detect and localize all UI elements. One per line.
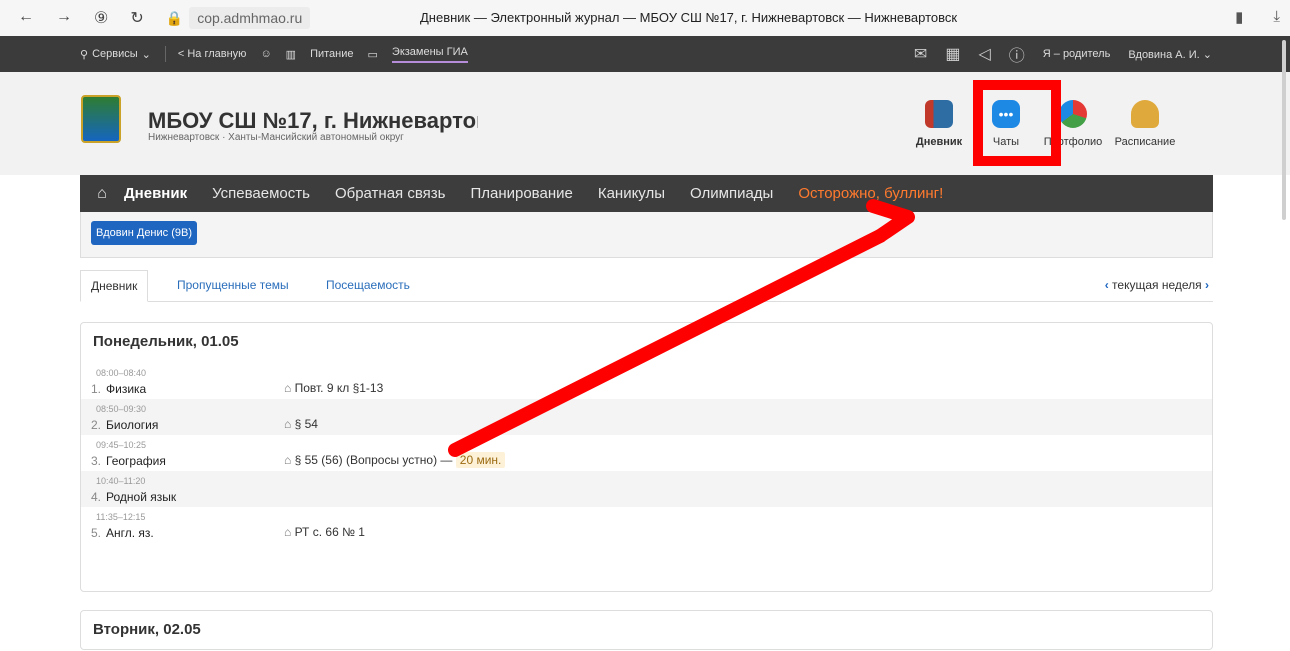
home-icon: ⌂ <box>284 525 295 539</box>
chats-highlight-box <box>973 80 1061 166</box>
lesson-number: 4. <box>91 490 102 504</box>
module-label: Расписание <box>1114 136 1176 148</box>
school-name: МБОУ СШ №17, г. Нижневартовск <box>148 108 478 133</box>
menu-planning[interactable]: Планирование <box>470 185 572 202</box>
lesson-number: 2. <box>91 418 102 432</box>
lesson-subject: Биология <box>106 418 159 432</box>
lesson-subject: Родной язык <box>106 490 177 504</box>
lesson-time: 08:00–08:40 <box>96 368 147 378</box>
lesson-homework: ⌂ Повт. 9 кл §1-13 <box>284 381 383 395</box>
diary-tabs: Дневник Пропущенные темы Посещаемость ‹ … <box>80 270 1213 302</box>
menu-feedback[interactable]: Обратная связь <box>335 185 446 202</box>
homework-text: Повт. 9 кл §1-13 <box>294 381 384 395</box>
address-bar[interactable]: 🔒 cop.admhmao.ru <box>166 7 311 29</box>
lesson-row[interactable]: 10:40–11:20 4. Родной язык <box>81 471 1212 507</box>
calendar-icon[interactable]: ▦ <box>945 44 960 64</box>
student-button[interactable]: Вдовин Денис (9В) <box>91 221 197 245</box>
prev-week-icon[interactable]: ‹ <box>1105 278 1109 292</box>
duration-badge: 20 мин. <box>455 452 506 468</box>
day-title: Понедельник, 01.05 <box>93 333 239 350</box>
home-icon: ⌂ <box>284 453 295 467</box>
lesson-number: 5. <box>91 526 102 540</box>
menu-diary[interactable]: Дневник <box>124 185 187 202</box>
module-diary[interactable]: Дневник <box>908 100 970 148</box>
homework-text: РТ с. 66 № 1 <box>294 525 365 539</box>
back-icon[interactable]: ← <box>18 8 34 28</box>
reload-icon[interactable]: ↻ <box>130 8 143 28</box>
lesson-row[interactable]: 08:00–08:40 1. Физика ⌂ Повт. 9 кл §1-13 <box>81 363 1212 399</box>
lesson-homework: ⌂ § 55 (56) (Вопросы устно) — 20 мин. <box>284 452 506 468</box>
next-week-icon[interactable]: › <box>1205 278 1209 292</box>
top-nav: ⚲ Сервисы ⌄ < На главную ☺ ▥ Питание ▭ Эк… <box>0 36 1290 72</box>
library-icon[interactable]: ▥ <box>286 48 296 61</box>
menu-bullying[interactable]: Осторожно, буллинг! <box>798 185 943 202</box>
school-header: МБОУ СШ №17, г. Нижневартовск Нижневарто… <box>0 72 1290 175</box>
module-schedule[interactable]: Расписание <box>1109 100 1181 148</box>
lesson-subject: Англ. яз. <box>106 526 154 540</box>
week-switcher: ‹ текущая неделя › <box>1105 278 1209 292</box>
school-location: Нижневартовск · Ханты-Мансийский автоном… <box>148 132 404 143</box>
home-icon: ⌂ <box>284 381 295 395</box>
homework-text: § 55 (56) (Вопросы устно) — <box>294 453 453 467</box>
diary-icon <box>925 100 953 128</box>
tab-missed-topics[interactable]: Пропущенные темы <box>177 278 289 292</box>
help-icon[interactable]: ⓘ <box>1009 42 1025 66</box>
menu-olympiads[interactable]: Олимпиады <box>690 185 773 202</box>
menu-holidays[interactable]: Каникулы <box>598 185 665 202</box>
forward-icon[interactable]: → <box>56 8 72 28</box>
lesson-time: 08:50–09:30 <box>96 404 147 414</box>
people-icon[interactable]: ☺ <box>260 48 271 60</box>
home-icon: ⌂ <box>284 417 295 431</box>
student-bar: Вдовин Денис (9В) <box>80 212 1213 258</box>
tab-diary[interactable]: Дневник <box>80 270 149 302</box>
browser-toolbar: ← → ⑨ ↻ 🔒 cop.admhmao.ru Дневник — Элект… <box>0 0 1290 36</box>
lesson-time: 09:45–10:25 <box>96 440 147 450</box>
home-icon[interactable]: ⌂ <box>80 185 124 203</box>
page-title: Дневник — Электронный журнал — МБОУ СШ №… <box>420 10 958 25</box>
school-emblem-icon <box>81 95 121 143</box>
lesson-subject: Физика <box>106 382 147 396</box>
day-card-monday: Понедельник, 01.05 08:00–08:40 1. Физика… <box>80 322 1213 592</box>
lesson-row[interactable]: 08:50–09:30 2. Биология ⌂ § 54 <box>81 399 1212 435</box>
bookmark-icon[interactable]: ▮ <box>1235 8 1243 26</box>
bell-icon <box>1131 100 1159 128</box>
user-name: Вдовина А. И. <box>1128 48 1200 61</box>
lesson-number: 1. <box>91 382 102 396</box>
link-icon: ⚲ <box>80 48 89 61</box>
user-menu[interactable]: Вдовина А. И. ⌄ <box>1128 48 1212 61</box>
browser-nav: ← → ⑨ ↻ <box>18 8 144 28</box>
lesson-subject: География <box>106 454 166 468</box>
menu-performance[interactable]: Успеваемость <box>212 185 310 202</box>
scrollbar[interactable] <box>1282 40 1286 220</box>
exams-link[interactable]: Экзамены ГИА <box>391 46 468 63</box>
lesson-row[interactable]: 09:45–10:25 3. География ⌂ § 55 (56) (Во… <box>81 435 1212 471</box>
mail-icon[interactable]: ✉ <box>914 44 927 64</box>
module-label: Дневник <box>915 136 963 148</box>
services-menu[interactable]: ⚲ Сервисы ⌄ <box>80 48 151 61</box>
lesson-homework: ⌂ § 54 <box>284 417 318 431</box>
lesson-time: 11:35–12:15 <box>96 512 146 522</box>
services-label: Сервисы <box>92 48 138 60</box>
announcement-icon[interactable]: ◁ <box>978 44 990 64</box>
lesson-time: 10:40–11:20 <box>96 476 146 486</box>
food-link[interactable]: Питание <box>310 48 353 60</box>
day-title: Вторник, 02.05 <box>93 621 201 638</box>
portfolio-icon <box>1059 100 1087 128</box>
main-menu: ⌂ Дневник Успеваемость Обратная связь Пл… <box>80 175 1213 212</box>
week-label: текущая неделя <box>1112 278 1202 292</box>
role-switch[interactable]: Я – родитель <box>1043 48 1111 60</box>
url-text[interactable]: cop.admhmao.ru <box>189 7 311 29</box>
divider <box>164 46 166 62</box>
lesson-homework: ⌂ РТ с. 66 № 1 <box>284 525 365 539</box>
exam-icon[interactable]: ▭ <box>368 48 378 61</box>
home-link[interactable]: < На главную <box>178 48 247 60</box>
tab-attendance[interactable]: Посещаемость <box>326 278 410 292</box>
homework-text: § 54 <box>294 417 318 431</box>
lesson-number: 3. <box>91 454 102 468</box>
day-card-tuesday: Вторник, 02.05 <box>80 610 1213 650</box>
download-icon[interactable]: ⤓ <box>1273 8 1280 26</box>
yandex-icon[interactable]: ⑨ <box>94 8 108 28</box>
lesson-row[interactable]: 11:35–12:15 5. Англ. яз. ⌂ РТ с. 66 № 1 <box>81 507 1212 543</box>
lock-icon: 🔒 <box>165 9 184 26</box>
